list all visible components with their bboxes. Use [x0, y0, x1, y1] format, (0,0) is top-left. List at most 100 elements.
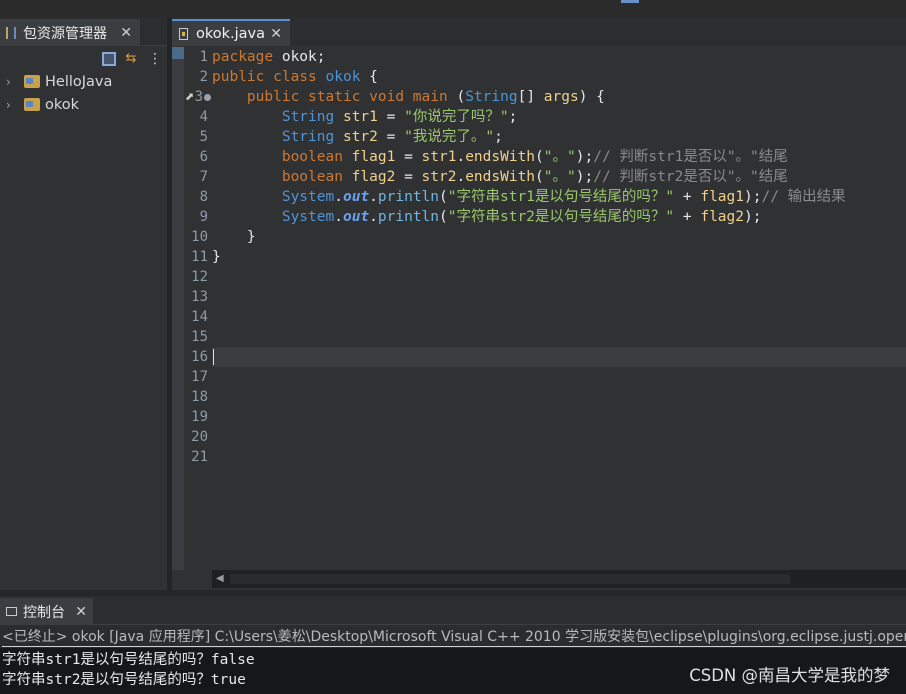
keyword: static	[299, 89, 361, 105]
override-marker-icon[interactable]: ⬈	[185, 87, 194, 107]
method-name: main	[404, 89, 448, 105]
project-name: HelloJava	[45, 73, 113, 90]
tree-item-okok[interactable]: › okok	[0, 93, 167, 116]
variable-name: flag2	[700, 209, 744, 225]
java-project-icon	[24, 75, 40, 88]
line-number: 10	[191, 229, 208, 245]
keyword: boolean	[281, 149, 343, 165]
line-number: 3	[194, 89, 203, 105]
code-text: []	[517, 89, 544, 105]
code-text: (	[535, 149, 544, 165]
watermark: CSDN @南昌大学是我的梦	[689, 666, 890, 685]
keyword: void	[360, 89, 405, 105]
code-text: .	[334, 189, 343, 205]
horizontal-scrollbar[interactable]: ◀	[212, 570, 906, 588]
tab-package-explorer[interactable]: 包资源管理器 ✕	[0, 19, 140, 46]
close-icon[interactable]: ✕	[270, 26, 282, 42]
class-name: System	[281, 209, 335, 225]
code-text: ) {	[578, 89, 605, 105]
editor-tab-title: okok.java	[196, 25, 266, 42]
code-text: .	[369, 189, 378, 205]
tree-item-hellojava[interactable]: › HelloJava	[0, 70, 167, 93]
line-number: 13	[191, 289, 208, 305]
line-number: 7	[199, 169, 208, 185]
line-number: 15	[191, 329, 208, 345]
code-text: ;	[508, 109, 518, 125]
java-file-icon	[179, 27, 188, 40]
top-toolbar-strip	[0, 0, 906, 17]
code-text: +	[674, 189, 701, 205]
project-name: okok	[45, 96, 80, 113]
code-text: (	[535, 169, 544, 185]
view-menu-icon[interactable]: ⋮	[148, 52, 162, 66]
line-number: 19	[191, 409, 208, 425]
code-line: package okok;	[212, 47, 906, 67]
close-icon[interactable]: ✕	[120, 25, 132, 41]
console-title: 控制台	[23, 604, 65, 621]
comment: // 判断str2是否以"。"结尾	[593, 169, 788, 185]
line-number: 1	[199, 49, 208, 65]
keyword: class	[264, 69, 317, 85]
line-number: 12	[191, 269, 208, 285]
scroll-left-icon[interactable]: ◀	[216, 573, 224, 584]
toolbar-indicator	[621, 0, 639, 3]
line-number: 8	[199, 189, 208, 205]
chevron-right-icon[interactable]: ›	[6, 75, 18, 89]
line-number: 18	[191, 389, 208, 405]
current-line-highlight	[212, 347, 906, 367]
code-text: );	[575, 149, 594, 165]
scrollbar-thumb[interactable]	[230, 574, 790, 584]
code-text-area[interactable]: package okok; public class okok { public…	[212, 47, 906, 570]
collapse-all-icon[interactable]	[102, 52, 116, 66]
text-caret	[213, 349, 214, 365]
console-status-line: <已终止> okok [Java 应用程序] C:\Users\姜松\Deskt…	[2, 629, 906, 647]
static-field: out	[342, 209, 370, 225]
type-name: String	[281, 129, 335, 145]
keyword: public	[212, 69, 265, 85]
code-text: );	[744, 189, 762, 205]
variable-name: str1	[334, 109, 378, 125]
annotation-ruler	[172, 47, 184, 570]
close-icon[interactable]: ✕	[75, 604, 87, 620]
package-explorer-toolbar: ⇆ ⋮	[0, 48, 167, 70]
ruler-top-marker	[172, 47, 184, 59]
code-text: =	[377, 109, 405, 125]
string-literal: "你说完了吗？"	[404, 109, 509, 125]
package-explorer-tabbar: 包资源管理器 ✕	[0, 17, 167, 46]
code-text: .	[456, 149, 466, 165]
code-text: );	[575, 169, 594, 185]
line-number: 17	[191, 369, 208, 385]
tab-console[interactable]: 控制台 ✕	[0, 598, 93, 625]
string-literal: "字符串str1是以句号结尾的吗？"	[447, 189, 675, 205]
code-line: System.out.println("字符串str2是以句号结尾的吗？" + …	[212, 207, 906, 227]
code-line: public static void main (String[] args) …	[212, 87, 906, 107]
tab-okok-java[interactable]: okok.java ✕	[172, 19, 290, 46]
chevron-right-icon[interactable]: ›	[6, 98, 18, 112]
variable-name: flag1	[700, 189, 744, 205]
method-name: endsWith	[465, 169, 536, 185]
line-number: 14	[191, 309, 208, 325]
code-text: }	[212, 229, 256, 245]
code-text: =	[395, 149, 422, 165]
line-number: 5	[199, 129, 208, 145]
code-line: boolean flag2 = str2.endsWith("。");// 判断…	[212, 167, 906, 187]
comment: // 判断str1是否以"。"结尾	[593, 149, 788, 165]
type-name: String	[281, 109, 335, 125]
java-project-icon	[24, 98, 40, 111]
string-literal: "。"	[543, 169, 576, 185]
variable-name: flag1	[342, 149, 396, 165]
keyword: package	[212, 49, 274, 65]
link-with-editor-icon[interactable]: ⇆	[124, 52, 138, 66]
fold-collapse-icon[interactable]	[204, 94, 211, 101]
code-line: boolean flag1 = str1.endsWith("。");// 判断…	[212, 147, 906, 167]
line-number: 6	[199, 149, 208, 165]
line-number: 11	[191, 249, 208, 265]
code-line: public class okok {	[212, 67, 906, 87]
type-name: String	[465, 89, 518, 105]
